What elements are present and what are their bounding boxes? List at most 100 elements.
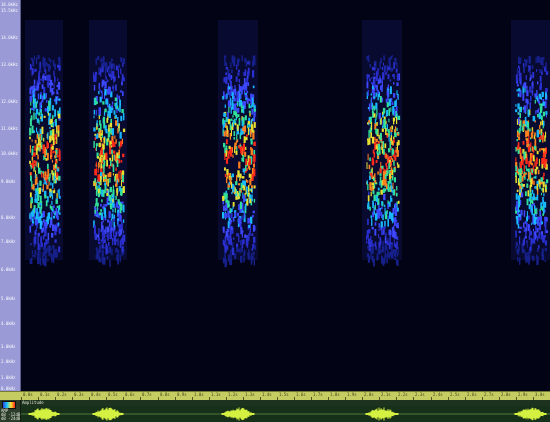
waveform-view[interactable] [21, 406, 550, 422]
spectral-energy-cell [30, 165, 32, 170]
spectral-energy-cell [391, 158, 394, 162]
spectral-energy-cell [390, 195, 392, 202]
spectral-energy-cell [58, 57, 60, 62]
spectral-energy-cell [104, 125, 107, 131]
spectral-energy-cell [99, 157, 102, 163]
spectral-energy-cell [118, 95, 120, 100]
spectral-energy-cell [31, 210, 34, 217]
time-tick-label: 2.8s [501, 392, 511, 397]
spectral-energy-cell [374, 136, 376, 141]
spectral-energy-cell [522, 141, 525, 145]
frequency-tick-label: 7.0kHz [1, 239, 16, 244]
spectral-energy-cell [106, 118, 109, 123]
spectral-energy-cell [247, 123, 249, 129]
spectral-energy-cell [45, 239, 48, 245]
spectral-energy-cell [544, 152, 547, 155]
spectral-energy-cell [380, 162, 382, 168]
spectral-energy-cell [530, 142, 532, 147]
spectral-energy-cell [236, 124, 239, 129]
time-ruler[interactable]: 0.0s 0.1s 0.2s 0.3s 0.4s 0.5s 0.6s 0.7s 0.8s 0.9s… [0, 391, 550, 400]
spectral-energy-cell [253, 141, 256, 146]
spectral-energy-cell [115, 183, 118, 187]
spectral-energy-cell [522, 84, 525, 87]
time-tick-label: 1.0s [194, 392, 204, 397]
spectral-energy-cell [529, 71, 532, 75]
spectral-energy-cell [115, 167, 117, 171]
spectral-energy-cell [373, 113, 376, 118]
spectral-energy-cell [94, 74, 97, 82]
spectral-energy-cell [231, 99, 234, 108]
spectral-energy-cell [223, 77, 226, 80]
waveform-canvas[interactable] [21, 406, 550, 422]
spectral-energy-cell [112, 198, 114, 203]
spectral-energy-cell [231, 173, 234, 178]
spectral-energy-cell [39, 81, 41, 85]
spectral-energy-cell [104, 62, 107, 68]
spectral-energy-cell [241, 55, 243, 62]
spectral-energy-cell [117, 238, 119, 246]
frequency-tick-label: 5.0kHz [1, 296, 16, 301]
spectral-energy-cell [536, 130, 539, 138]
spectral-energy-cell [524, 221, 527, 224]
spectral-energy-cell [391, 55, 393, 58]
spectral-energy-cell [384, 143, 387, 149]
spectral-energy-cell [95, 58, 97, 65]
spectral-energy-cell [232, 247, 235, 256]
spectral-energy-cell [228, 145, 231, 150]
spectral-energy-cell [378, 223, 380, 228]
spectral-energy-cell [253, 164, 255, 168]
spectral-energy-cell [120, 160, 123, 163]
spectral-energy-cell [235, 193, 237, 197]
spectral-energy-cell [397, 115, 401, 120]
spectral-energy-cell [46, 184, 49, 190]
spectral-energy-cell [393, 119, 395, 125]
spectral-energy-cell [33, 130, 35, 133]
spectral-energy-cell [115, 195, 117, 200]
spectral-energy-cell [519, 257, 521, 265]
spectral-energy-cell [236, 139, 239, 143]
spectral-energy-cell [386, 65, 388, 73]
time-tick-label: 1.4s [262, 392, 272, 397]
spectral-energy-cell [34, 193, 36, 201]
spectral-energy-cell [389, 170, 392, 173]
spectral-energy-cell [538, 234, 540, 239]
frequency-tick-label: 15.5kHz [1, 8, 18, 13]
spectral-energy-cell [57, 224, 59, 228]
spectral-energy-cell [225, 130, 228, 137]
spectral-energy-cell [536, 69, 538, 72]
spectrogram-view[interactable] [21, 0, 550, 391]
spectral-energy-cell [545, 62, 547, 69]
spectral-energy-cell [225, 231, 228, 238]
spectral-energy-cell [104, 69, 106, 77]
spectral-energy-cell [236, 108, 240, 113]
time-tick-label: 0.3s [74, 392, 84, 397]
spectral-energy-cell [240, 255, 243, 263]
time-tick-label: 3.0s [535, 392, 545, 397]
spectral-energy-cell [49, 113, 52, 117]
spectral-energy-cell [248, 127, 250, 132]
spectral-energy-cell [377, 171, 379, 175]
frequency-tick-label: 11.0kHz [1, 126, 18, 131]
spectral-energy-cell [99, 89, 101, 92]
spectral-energy-cell [391, 125, 394, 130]
spectral-energy-cell [96, 144, 97, 151]
spectral-energy-cell [539, 211, 542, 216]
time-tick-label: 2.9s [518, 392, 528, 397]
spectral-energy-cell [51, 159, 53, 163]
spectral-energy-cell [253, 198, 256, 203]
spectral-energy-cell [31, 250, 34, 254]
spectral-energy-cell [394, 150, 396, 156]
spectral-energy-cell [382, 114, 384, 118]
spectrogram-canvas[interactable] [21, 0, 550, 391]
spectral-energy-cell [524, 82, 527, 88]
spectral-energy-cell [533, 176, 536, 179]
spectral-energy-cell [113, 63, 116, 71]
spectral-energy-cell [32, 254, 34, 257]
spectral-energy-cell [238, 217, 241, 224]
spectral-energy-cell [378, 112, 381, 119]
spectral-energy-cell [111, 128, 114, 136]
spectral-energy-cell [115, 248, 118, 253]
spectral-energy-cell [36, 134, 39, 139]
spectral-energy-cell [112, 173, 114, 176]
spectral-energy-cell [122, 91, 124, 96]
